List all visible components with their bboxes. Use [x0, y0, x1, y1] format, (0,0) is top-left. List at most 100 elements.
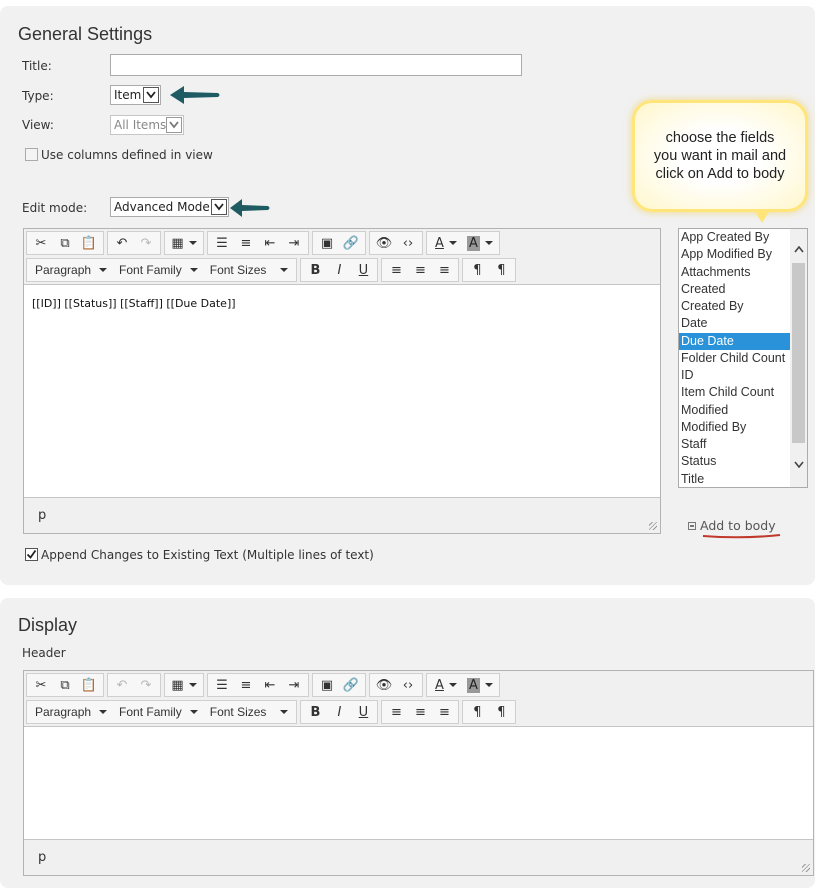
numbered-list-icon[interactable]: ≡ [234, 232, 258, 254]
use-columns-checkbox[interactable] [25, 148, 38, 161]
underline-annotation [702, 534, 781, 539]
ltr-icon[interactable]: ¶ [465, 259, 489, 281]
field-option[interactable]: Folder Child Count [679, 350, 807, 367]
field-option[interactable]: Item Child Count [679, 384, 807, 401]
resize-grip-icon[interactable] [802, 864, 810, 872]
display-title: Display [18, 615, 78, 635]
body-editor-content[interactable]: [[ID]] [[Status]] [[Staff]] [[Due Date]] [24, 285, 660, 497]
paragraph-dropdown[interactable]: Paragraph [29, 259, 113, 281]
font-sizes-dropdown[interactable]: Font Sizes [204, 701, 295, 723]
bold-icon[interactable]: B [303, 701, 327, 723]
font-color-icon[interactable]: A [429, 232, 463, 254]
source-code-icon[interactable]: ‹› [396, 232, 420, 254]
copy-icon[interactable]: ⧉ [53, 232, 77, 254]
field-option[interactable]: Modified [679, 402, 807, 419]
resize-grip-icon[interactable] [649, 522, 657, 530]
field-option[interactable]: Due Date [679, 332, 807, 350]
background-color-icon[interactable]: A [463, 674, 497, 696]
scroll-thumb[interactable] [792, 263, 805, 443]
edit-mode-select[interactable]: Advanced Mode [110, 197, 229, 217]
preview-icon[interactable]: 👁 [372, 674, 396, 696]
rtl-icon[interactable]: ¶ [489, 701, 513, 723]
rtl-icon[interactable]: ¶ [489, 259, 513, 281]
type-select[interactable]: Item [110, 85, 161, 105]
body-editor: ✂ ⧉ 📋 ↶ ↷ ▦ ☰ ≡ ⇤ ⇥ ▣ 🔗 👁 ‹› A A Paragra… [23, 228, 661, 534]
field-option[interactable]: Attachments [679, 264, 807, 281]
bold-icon[interactable]: B [303, 259, 327, 281]
field-option[interactable]: Created By [679, 298, 807, 315]
font-sizes-dropdown[interactable]: Font Sizes [204, 259, 295, 281]
type-label: Type: [22, 89, 54, 103]
field-option[interactable]: Modified By [679, 419, 807, 436]
numbered-list-icon[interactable]: ≡ [234, 674, 258, 696]
field-option[interactable]: Staff [679, 436, 807, 453]
preview-icon[interactable]: 👁 [372, 232, 396, 254]
background-color-icon[interactable]: A [463, 232, 497, 254]
append-changes-checkbox[interactable] [25, 548, 38, 561]
field-option[interactable]: Title [679, 471, 807, 488]
font-family-dropdown[interactable]: Font Family [113, 701, 204, 723]
image-icon[interactable]: ▣ [315, 674, 339, 696]
fields-listbox[interactable]: App Created By App Modified By Attachments… [678, 228, 808, 488]
add-to-body-link[interactable]: Add to body [688, 518, 776, 533]
align-left-icon[interactable]: ≡ [384, 259, 408, 281]
italic-icon[interactable]: I [327, 701, 351, 723]
redo-icon[interactable]: ↷ [134, 232, 158, 254]
append-changes-note: (Multiple lines of text) [242, 548, 374, 562]
bullet-list-icon[interactable]: ☰ [210, 674, 234, 696]
append-changes-label: Append Changes to Existing Text (Multipl… [41, 548, 374, 562]
font-family-dropdown[interactable]: Font Family [113, 259, 204, 281]
outdent-icon[interactable]: ⇤ [258, 674, 282, 696]
undo-icon[interactable]: ↶ [110, 232, 134, 254]
copy-icon[interactable]: ⧉ [53, 674, 77, 696]
field-option[interactable]: ID [679, 367, 807, 384]
underline-icon[interactable]: U [351, 701, 375, 723]
align-left-icon[interactable]: ≡ [384, 701, 408, 723]
source-code-icon[interactable]: ‹› [396, 674, 420, 696]
field-option[interactable]: App Modified By [679, 246, 807, 263]
field-option[interactable]: Created [679, 281, 807, 298]
redo-icon[interactable]: ↷ [134, 674, 158, 696]
table-icon[interactable]: ▦ [167, 674, 201, 696]
callout-line-2: you want in mail and [653, 148, 787, 164]
undo-icon[interactable]: ↶ [110, 674, 134, 696]
align-center-icon[interactable]: ≡ [408, 259, 432, 281]
paragraph-dropdown[interactable]: Paragraph [29, 701, 113, 723]
cut-icon[interactable]: ✂ [29, 674, 53, 696]
font-family-dropdown-label: Font Family [119, 263, 182, 277]
link-icon[interactable]: 🔗 [339, 674, 363, 696]
font-color-icon[interactable]: A [429, 674, 463, 696]
header-editor-content[interactable] [24, 727, 813, 839]
title-label: Title: [22, 59, 52, 73]
indent-icon[interactable]: ⇥ [282, 674, 306, 696]
paste-icon[interactable]: 📋 [77, 232, 101, 254]
field-option[interactable]: Status [679, 453, 807, 470]
table-icon[interactable]: ▦ [167, 232, 201, 254]
field-option[interactable]: Date [679, 315, 807, 332]
field-option[interactable]: App Created By [679, 229, 807, 246]
scroll-down-icon[interactable] [790, 456, 807, 473]
italic-icon[interactable]: I [327, 259, 351, 281]
outdent-icon[interactable]: ⇤ [258, 232, 282, 254]
view-label: View: [22, 118, 54, 132]
indent-icon[interactable]: ⇥ [282, 232, 306, 254]
paste-icon[interactable]: 📋 [77, 674, 101, 696]
ltr-icon[interactable]: ¶ [465, 701, 489, 723]
bullet-list-icon[interactable]: ☰ [210, 232, 234, 254]
fields-scrollbar[interactable] [790, 229, 807, 487]
body-editor-toolbar: ✂ ⧉ 📋 ↶ ↷ ▦ ☰ ≡ ⇤ ⇥ ▣ 🔗 👁 ‹› A A Paragra… [24, 229, 660, 285]
element-path[interactable]: p [38, 850, 46, 865]
pointer-arrow-type-icon [170, 86, 220, 104]
title-input[interactable] [110, 54, 522, 76]
add-to-body-label: Add to body [700, 518, 776, 533]
align-right-icon[interactable]: ≡ [432, 701, 456, 723]
image-icon[interactable]: ▣ [315, 232, 339, 254]
link-icon[interactable]: 🔗 [339, 232, 363, 254]
general-settings-title: General Settings [18, 24, 153, 44]
element-path[interactable]: p [38, 508, 46, 523]
align-center-icon[interactable]: ≡ [408, 701, 432, 723]
align-right-icon[interactable]: ≡ [432, 259, 456, 281]
cut-icon[interactable]: ✂ [29, 232, 53, 254]
scroll-up-icon[interactable] [790, 241, 807, 258]
underline-icon[interactable]: U [351, 259, 375, 281]
